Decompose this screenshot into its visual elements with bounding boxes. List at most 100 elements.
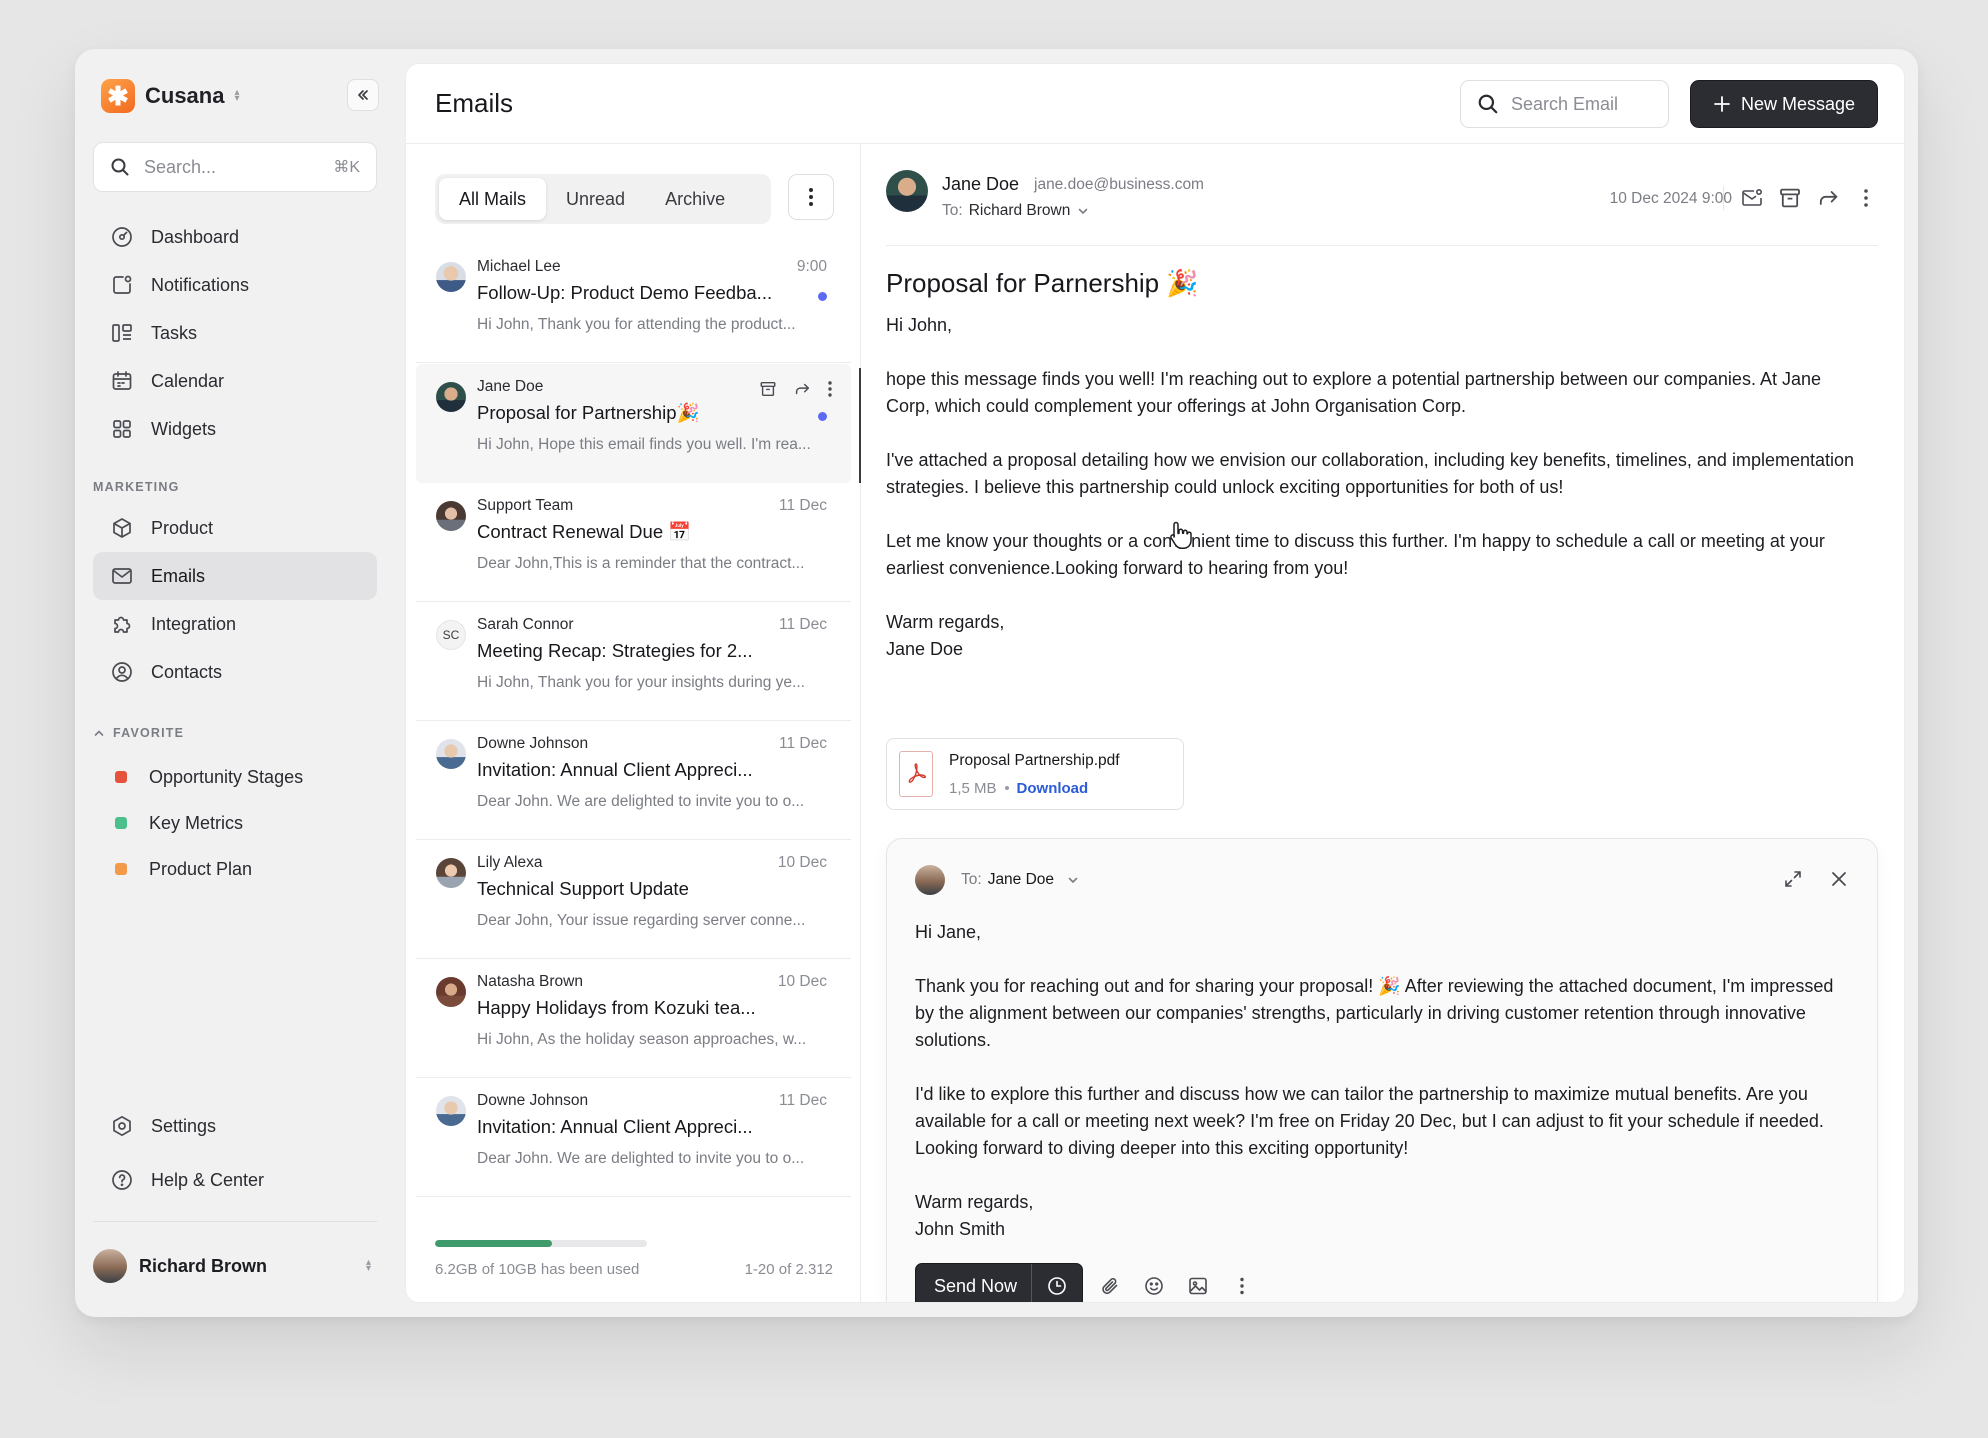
forward-button[interactable] (1816, 186, 1840, 210)
mail-subject: Invitation: Annual Client Appreci... (477, 1116, 753, 1137)
avatar (886, 170, 928, 212)
schedule-send-button[interactable] (1032, 1264, 1082, 1302)
storage-usage: 6.2GB of 10GB has been used 1-20 of 2.31… (435, 1240, 833, 1278)
reply-recipient-dropdown[interactable]: To: Jane Doe (915, 865, 1080, 895)
email-more-button[interactable] (1854, 186, 1878, 210)
email-date: 10 Dec 2024 9:00 (1609, 190, 1732, 207)
new-message-label: New Message (1740, 93, 1856, 114)
nav-item-calendar[interactable]: Calendar (93, 357, 377, 405)
reply-signature: John Smith (915, 1219, 1006, 1239)
mail-more-button[interactable] (827, 380, 833, 398)
reply-body-editor[interactable]: Hi Jane, Thank you for reaching out and … (915, 919, 1855, 1243)
reply-greeting: Hi Jane, (915, 922, 982, 942)
nav-item-contacts[interactable]: Contacts (93, 648, 377, 696)
list-more-button[interactable] (788, 174, 834, 220)
nav-item-product[interactable]: Product (93, 504, 377, 552)
scrollbar-thumb[interactable] (859, 368, 861, 483)
to-label: To: (961, 871, 982, 888)
nav-item-widgets[interactable]: Widgets (93, 405, 377, 453)
calendar-icon (109, 368, 135, 394)
settings-icon (109, 1113, 135, 1139)
send-button-group: Send Now (915, 1263, 1084, 1302)
more-vertical-icon (1240, 1277, 1244, 1295)
favorites-nav: Opportunity Stages Key Metrics Product P… (93, 754, 377, 892)
favorite-section-toggle[interactable]: FAVORITE (93, 726, 184, 740)
search-shortcut: ⌘K (333, 159, 360, 176)
new-message-button[interactable]: New Message (1690, 80, 1878, 128)
mail-item[interactable]: Downe Johnson 11 Dec Invitation: Annual … (416, 721, 851, 840)
attach-file-button[interactable] (1099, 1275, 1121, 1297)
download-link[interactable]: Download (1017, 780, 1089, 797)
tab-all-mails[interactable]: All Mails (439, 178, 547, 220)
avatar (436, 501, 466, 531)
nav-item-tasks[interactable]: Tasks (93, 309, 377, 357)
mail-sender: Support Team (477, 497, 574, 514)
nav-item-dashboard[interactable]: Dashboard (93, 213, 377, 261)
favorite-item-product-plan[interactable]: Product Plan (93, 846, 377, 892)
recipient-dropdown[interactable]: To: Richard Brown (942, 202, 1090, 220)
collapse-sidebar-button[interactable] (347, 79, 379, 111)
tab-unread[interactable]: Unread (546, 178, 645, 220)
email-panel: Emails Search Email New Message All Mail… (405, 63, 1905, 1303)
mail-preview: Hi John, Thank you for attending the pro… (477, 316, 796, 333)
email-search-input[interactable]: Search Email (1460, 80, 1669, 128)
workspace-switcher[interactable]: ✱ Cusana ▴ ▾ (101, 79, 240, 113)
image-icon (1189, 1277, 1207, 1295)
chevron-up-icon (94, 730, 104, 736)
panel-header: Emails Search Email New Message (406, 64, 1904, 144)
reply-window-tools (1783, 869, 1849, 889)
widgets-icon (109, 416, 135, 442)
nav-item-label: Tasks (151, 322, 198, 343)
chevron-down-icon (1079, 208, 1088, 215)
bottom-nav: Settings Help & Center (93, 1102, 377, 1204)
storage-progress-bar (435, 1240, 647, 1247)
forward-button[interactable] (793, 380, 811, 398)
nav-item-integration[interactable]: Integration (93, 600, 377, 648)
reply-composer: To: Jane Doe Hi Jane, Thank you for reac… (886, 838, 1878, 1302)
nav-item-emails[interactable]: Emails (93, 552, 377, 600)
email-paragraph: I've attached a proposal detailing how w… (886, 450, 1855, 497)
favorite-item-opportunity-stages[interactable]: Opportunity Stages (93, 754, 377, 800)
nav-item-help[interactable]: Help & Center (93, 1156, 377, 1204)
expand-button[interactable] (1783, 869, 1803, 889)
send-now-button[interactable]: Send Now (916, 1264, 1033, 1302)
nav-item-label: Product (151, 517, 214, 538)
recipient-name: Richard Brown (968, 202, 1071, 219)
main-nav: Dashboard Notifications Tasks Calendar W… (93, 213, 377, 453)
nav-item-label: Settings (151, 1115, 217, 1136)
section-label-marketing: MARKETING (93, 480, 180, 494)
pdf-file-icon (899, 751, 933, 797)
mail-item[interactable]: Jane Doe Proposal for Partnership🎉 Hi Jo… (416, 364, 851, 483)
favorite-item-key-metrics[interactable]: Key Metrics (93, 800, 377, 846)
nav-item-settings[interactable]: Settings (93, 1102, 377, 1150)
email-header: Jane Doe jane.doe@business.com To: Richa… (886, 164, 1878, 246)
archive-button[interactable] (1778, 186, 1802, 210)
tab-archive[interactable]: Archive (645, 178, 745, 220)
avatar (915, 865, 945, 895)
mail-item[interactable]: Natasha Brown 10 Dec Happy Holidays from… (416, 959, 851, 1078)
close-button[interactable] (1829, 869, 1849, 889)
mail-sender: Downe Johnson (477, 735, 589, 752)
mail-item[interactable]: SC Sarah Connor 11 Dec Meeting Recap: St… (416, 602, 851, 721)
user-menu[interactable]: Richard Brown ▴ ▾ (93, 1249, 377, 1283)
composer-more-button[interactable] (1231, 1275, 1253, 1297)
mail-sender: Sarah Connor (477, 616, 574, 633)
mail-subject: Follow-Up: Product Demo Feedba... (477, 282, 773, 303)
mail-item[interactable]: Downe Johnson 11 Dec Invitation: Annual … (416, 1078, 851, 1197)
insert-image-button[interactable] (1187, 1275, 1209, 1297)
mail-sender: Michael Lee (477, 258, 561, 275)
sidebar-search-input[interactable]: Search... ⌘K (93, 142, 377, 192)
reply-recipient-name: Jane Doe (987, 871, 1055, 888)
mark-unread-button[interactable] (1740, 186, 1764, 210)
emoji-button[interactable] (1143, 1275, 1165, 1297)
avatar (436, 1096, 466, 1126)
mail-item[interactable]: Michael Lee 9:00 Follow-Up: Product Demo… (416, 244, 851, 363)
mail-item[interactable]: Support Team 11 Dec Contract Renewal Due… (416, 483, 851, 602)
color-dot (115, 863, 127, 875)
attachment-card[interactable]: Proposal Partnership.pdf 1,5 MB Download (886, 738, 1184, 810)
nav-item-label: Help & Center (151, 1169, 265, 1190)
archive-button[interactable] (759, 380, 777, 398)
nav-item-notifications[interactable]: Notifications (93, 261, 377, 309)
mail-item[interactable]: Lily Alexa 10 Dec Technical Support Upda… (416, 840, 851, 959)
nav-item-label: Calendar (151, 370, 225, 391)
